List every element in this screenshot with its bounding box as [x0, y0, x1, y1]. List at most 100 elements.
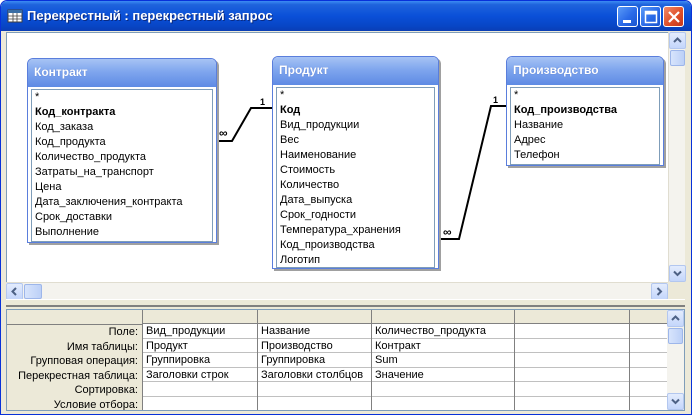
diagram-vertical-scrollbar[interactable] — [668, 32, 686, 282]
field-item-key[interactable]: Код_производства — [511, 103, 659, 118]
field-item[interactable]: Цена — [32, 180, 212, 195]
grid-cell[interactable] — [258, 397, 371, 411]
title-bar[interactable]: Перекрестный : перекрестный запрос — [1, 1, 691, 31]
grid-cell[interactable]: Заголовки столбцов — [258, 368, 371, 382]
relation-line-product-production[interactable] — [439, 105, 507, 240]
minimize-button[interactable] — [617, 6, 638, 27]
field-item[interactable]: Вид_продукции — [277, 118, 434, 133]
field-list[interactable]: * Код Вид_продукции Вес Наименование Сто… — [276, 87, 435, 268]
field-item[interactable]: Срок_годности — [277, 208, 434, 223]
grid-column[interactable]: Вид_продукции Продукт Группировка Заголо… — [142, 310, 257, 411]
column-selector[interactable] — [515, 310, 629, 324]
scroll-thumb[interactable] — [668, 328, 683, 344]
field-item[interactable]: Срок_доставки — [32, 210, 212, 225]
field-item[interactable]: Дата_заключения_контракта — [32, 195, 212, 210]
column-selector[interactable] — [143, 310, 257, 324]
field-item[interactable]: Количество — [277, 178, 434, 193]
column-selector[interactable] — [372, 310, 514, 324]
field-item[interactable]: Наименование — [277, 148, 434, 163]
grid-cell[interactable]: Группировка — [258, 353, 371, 368]
grid-column[interactable] — [629, 310, 669, 411]
grid-vertical-scrollbar[interactable] — [667, 310, 684, 410]
field-item[interactable]: Код_производства — [277, 238, 434, 253]
column-selector[interactable] — [258, 310, 371, 324]
row-label-total: Групповая операция: — [30, 355, 138, 367]
close-button[interactable] — [663, 6, 684, 27]
column-selector[interactable] — [630, 310, 669, 324]
grid-cell[interactable] — [515, 397, 629, 411]
grid-cell[interactable] — [630, 353, 669, 368]
table-contract[interactable]: Контракт * Код_контракта Код_заказа Код_… — [27, 58, 217, 243]
field-item[interactable]: Температура_хранения — [277, 223, 434, 238]
datasheet-window-icon[interactable] — [7, 8, 23, 24]
grid-cell[interactable] — [515, 368, 629, 382]
scroll-left-button[interactable] — [6, 283, 23, 300]
relationship-diagram[interactable]: ∞ 1 ∞ 1 Контракт * Код_контракта Код_зак… — [6, 32, 668, 282]
scroll-thumb[interactable] — [24, 284, 42, 299]
field-item[interactable]: Затраты_на_транспорт — [32, 165, 212, 180]
grid-cell[interactable]: Продукт — [143, 339, 257, 353]
table-title[interactable]: Продукт — [273, 57, 438, 85]
grid-cell[interactable]: Контракт — [372, 339, 514, 353]
close-icon — [668, 11, 680, 23]
grid-cell[interactable]: Производство — [258, 339, 371, 353]
field-list[interactable]: * Код_производства Название Адрес Телефо… — [510, 87, 660, 165]
grid-cell[interactable]: Значение — [372, 368, 514, 382]
scroll-down-button[interactable] — [669, 265, 686, 282]
pane-splitter[interactable] — [6, 299, 685, 307]
field-item[interactable]: Выполнение — [32, 225, 212, 240]
field-item[interactable]: * — [32, 90, 212, 105]
query-design-grid[interactable]: Поле: Имя таблицы: Групповая операция: П… — [6, 309, 685, 411]
scroll-thumb[interactable] — [670, 50, 685, 66]
field-item[interactable]: Стоимость — [277, 163, 434, 178]
grid-column[interactable]: Название Производство Группировка Заголо… — [257, 310, 371, 411]
table-product[interactable]: Продукт * Код Вид_продукции Вес Наименов… — [272, 56, 439, 269]
table-title[interactable]: Производство — [507, 57, 663, 85]
table-production[interactable]: Производство * Код_производства Название… — [506, 56, 664, 166]
field-item[interactable]: Логотип — [277, 253, 434, 268]
grid-cell[interactable] — [630, 324, 669, 339]
grid-cell[interactable]: Вид_продукции — [143, 324, 257, 339]
table-title[interactable]: Контракт — [28, 59, 216, 87]
grid-cell[interactable]: Sum — [372, 353, 514, 368]
grid-cell[interactable] — [372, 382, 514, 397]
grid-cell[interactable] — [630, 397, 669, 411]
scroll-up-button[interactable] — [669, 32, 686, 49]
grid-cell[interactable] — [143, 397, 257, 411]
grid-cell[interactable] — [515, 339, 629, 353]
field-item[interactable]: Вес — [277, 133, 434, 148]
field-item[interactable]: Дата_выпуска — [277, 193, 434, 208]
grid-cell[interactable]: Количество_продукта — [372, 324, 514, 339]
grid-column[interactable]: Количество_продукта Контракт Sum Значени… — [371, 310, 514, 411]
field-item[interactable]: Код_продукта — [32, 135, 212, 150]
diagram-horizontal-scrollbar[interactable] — [6, 282, 668, 300]
grid-cell[interactable] — [630, 339, 669, 353]
grid-cell[interactable]: Название — [258, 324, 371, 339]
grid-cell[interactable] — [143, 382, 257, 397]
grid-cell[interactable] — [630, 368, 669, 382]
scroll-right-button[interactable] — [651, 283, 668, 300]
field-item-key[interactable]: Код — [277, 103, 434, 118]
grid-cell[interactable] — [372, 397, 514, 411]
field-item[interactable]: * — [277, 88, 434, 103]
grid-cell[interactable]: Заголовки строк — [143, 368, 257, 382]
grid-cell[interactable] — [515, 353, 629, 368]
field-item[interactable]: * — [511, 88, 659, 103]
field-list[interactable]: * Код_контракта Код_заказа Код_продукта … — [31, 89, 213, 242]
scroll-corner — [668, 282, 685, 299]
field-item[interactable]: Адрес — [511, 133, 659, 148]
grid-cell[interactable] — [630, 382, 669, 397]
grid-cell[interactable] — [515, 382, 629, 397]
grid-cell[interactable]: Группировка — [143, 353, 257, 368]
field-item[interactable]: Количество_продукта — [32, 150, 212, 165]
field-item[interactable]: Код_заказа — [32, 120, 212, 135]
field-item[interactable]: Телефон — [511, 148, 659, 163]
grid-cell[interactable] — [258, 382, 371, 397]
grid-column[interactable] — [514, 310, 629, 411]
field-item[interactable]: Название — [511, 118, 659, 133]
scroll-up-button[interactable] — [667, 310, 684, 327]
field-item-key[interactable]: Код_контракта — [32, 105, 212, 120]
scroll-down-button[interactable] — [667, 393, 684, 410]
grid-cell[interactable] — [515, 324, 629, 339]
maximize-button[interactable] — [640, 6, 661, 27]
